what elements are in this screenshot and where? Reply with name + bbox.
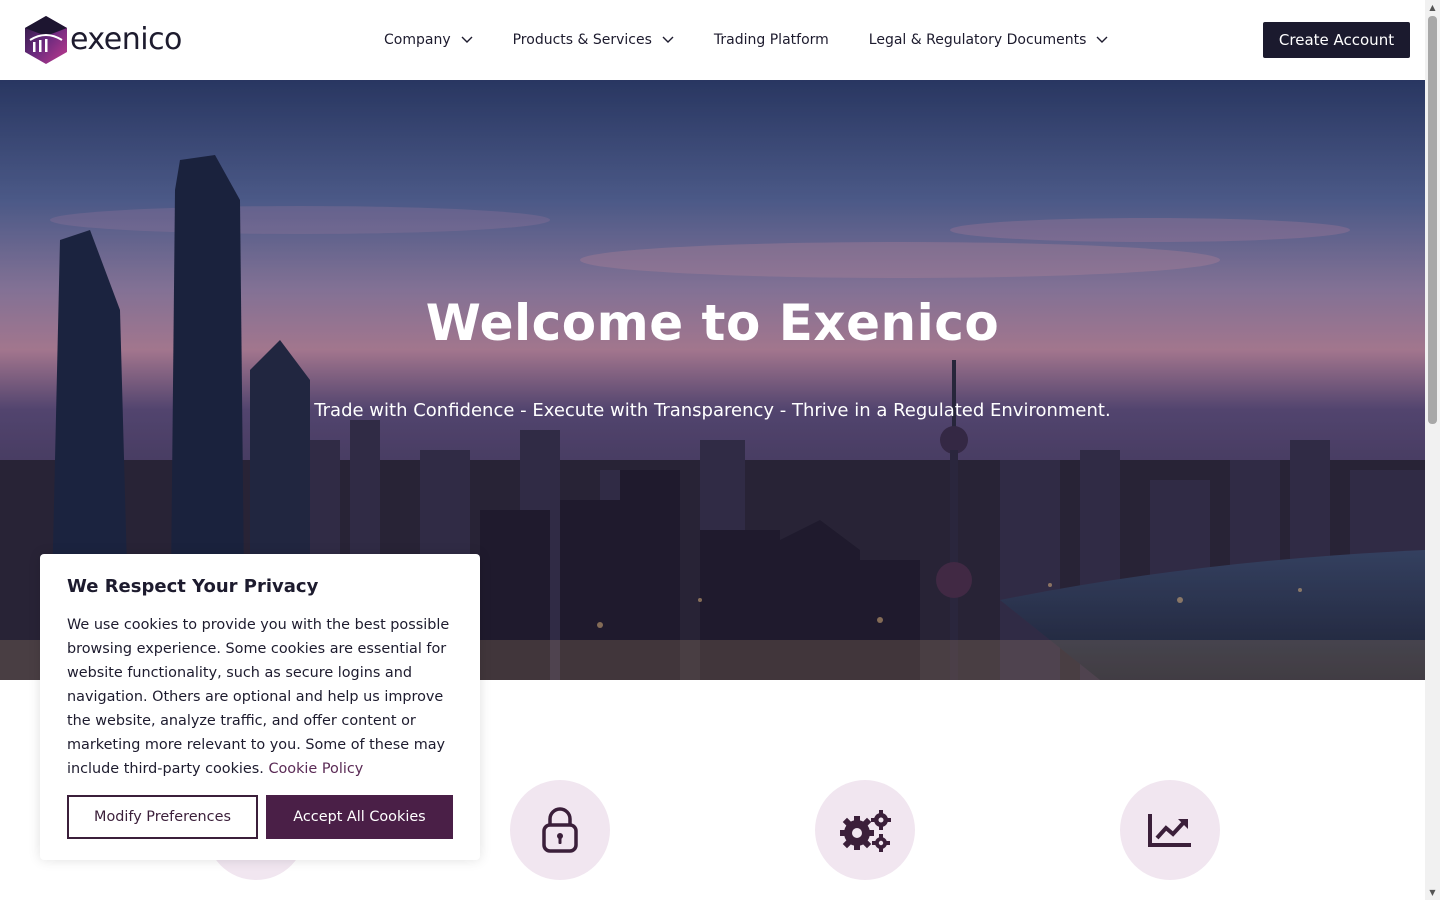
feature-circle-technology: [815, 780, 915, 880]
cookie-title: We Respect Your Privacy: [67, 576, 319, 597]
scroll-up-arrow-icon[interactable]: ▲: [1425, 0, 1440, 15]
scroll-down-arrow-icon[interactable]: ▼: [1425, 885, 1440, 900]
logo-icon: [25, 16, 67, 64]
create-account-button[interactable]: Create Account: [1263, 22, 1410, 58]
nav-item-trading-platform[interactable]: Trading Platform: [714, 32, 829, 48]
cookie-policy-link[interactable]: Cookie Policy: [268, 761, 363, 777]
chevron-down-icon: [1096, 36, 1108, 43]
chevron-down-icon: [662, 36, 674, 43]
feature-circle-trading: [1120, 780, 1220, 880]
scroll-thumb[interactable]: [1428, 16, 1437, 424]
page-scrollbar[interactable]: ▲ ▼: [1425, 0, 1440, 900]
cookie-consent-dialog: We Respect Your Privacy We use cookies t…: [40, 554, 480, 860]
chart-line-icon: [1148, 814, 1191, 847]
brand-name: exenico: [70, 22, 182, 57]
nav-item-company[interactable]: Company: [384, 32, 473, 48]
nav-label: Products & Services: [512, 32, 652, 48]
modify-preferences-button[interactable]: Modify Preferences: [67, 795, 258, 839]
hero-subtitle: Trade with Confidence - Execute with Tra…: [314, 400, 1111, 421]
cookie-actions: Modify Preferences Accept All Cookies: [67, 795, 453, 839]
nav-label: Trading Platform: [713, 32, 829, 48]
nav-item-products-services[interactable]: Products & Services: [513, 32, 674, 48]
feature-circle-security: [510, 780, 610, 880]
cookie-description: We use cookies to provide you with the b…: [67, 613, 453, 781]
site-header: exenico Company Products & Services Trad…: [0, 0, 1425, 80]
gears-icon: [840, 810, 891, 852]
chevron-down-icon: [461, 36, 473, 43]
cookie-text: We use cookies to provide you with the b…: [67, 617, 450, 777]
nav-item-legal-documents[interactable]: Legal & Regulatory Documents: [869, 32, 1109, 48]
nav-label: Legal & Regulatory Documents: [868, 32, 1087, 48]
hero-title: Welcome to Exenico: [425, 294, 1000, 352]
lock-icon: [542, 807, 578, 853]
accept-all-cookies-button[interactable]: Accept All Cookies: [266, 795, 453, 839]
main-nav: Company Products & Services Trading Plat…: [384, 0, 1148, 80]
brand-logo[interactable]: exenico: [24, 16, 182, 64]
nav-label: Company: [384, 32, 451, 48]
